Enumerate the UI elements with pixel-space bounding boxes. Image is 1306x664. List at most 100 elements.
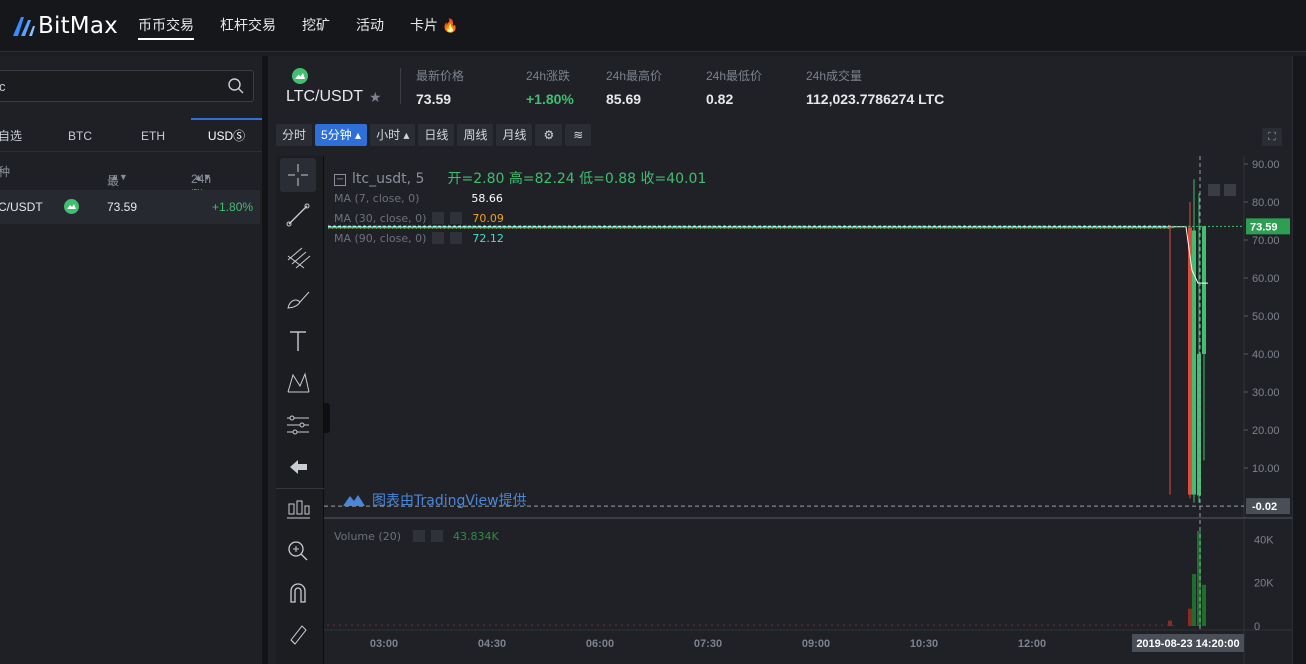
close-label: 收 <box>640 171 655 187</box>
crosshair-tool-icon[interactable] <box>280 158 316 192</box>
tab-btc[interactable]: BTC <box>68 118 108 152</box>
fullscreen-icon[interactable]: ⛶ <box>1262 128 1282 146</box>
column-header-pair[interactable]: 种 <box>0 163 10 180</box>
volume-value: 43.834K <box>453 530 499 543</box>
time-tick-label: 03:00 <box>370 638 398 650</box>
market-search-input[interactable] <box>0 71 219 101</box>
tab-label: USDⓈ <box>207 129 246 143</box>
ma-value: 70.09 <box>472 212 504 225</box>
stat-label: 最新价格 <box>416 69 465 83</box>
time-tick-label: 12:00 <box>1018 638 1046 650</box>
high-value: 82.24 <box>534 171 575 187</box>
tab-label: 自选 <box>0 129 23 143</box>
market-row-price: 73.59 <box>107 200 138 214</box>
stat-value: 85.69 <box>606 91 642 107</box>
text-tool-icon[interactable] <box>280 324 316 358</box>
time-tick-label: 10:30 <box>910 638 938 650</box>
chart-settings-gear-icon[interactable]: ⚙ <box>535 124 563 146</box>
nav-activities[interactable]: 活动 <box>356 0 384 52</box>
stat-24h-volume: 24h成交量 112,023.7786274 LTC <box>806 67 944 107</box>
interval-month-button[interactable]: 月线 <box>496 124 533 146</box>
interval-timeline-button[interactable]: 分时 <box>276 124 313 146</box>
nav-mining[interactable]: 挖矿 <box>302 0 330 52</box>
stat-24h-low: 24h最低价 0.82 <box>706 67 762 107</box>
volume-tick-label: 0 <box>1254 621 1260 633</box>
open-label: 开 <box>447 171 462 187</box>
ticker-header: LTC/USDT ★ 最新价格 73.59 24h涨跌 +1.80% 24h最高价 8… <box>268 56 1292 118</box>
fib-tool-icon[interactable] <box>280 240 316 274</box>
interval-hour-button[interactable]: 小时 ▴ <box>370 124 416 146</box>
price-tick-label: 30.00 <box>1252 387 1280 399</box>
market-row[interactable]: C/USDT 73.59 +1.80% <box>0 190 260 224</box>
trend-line-tool-icon[interactable] <box>280 198 316 232</box>
lock-drawings-icon[interactable] <box>280 616 316 650</box>
nav-label: 卡片 <box>410 18 438 34</box>
zoom-in-icon[interactable] <box>280 534 316 568</box>
candle-body <box>1192 230 1196 495</box>
tab-usds[interactable]: USDⓈ <box>191 118 262 152</box>
stat-value: 73.59 <box>416 91 452 107</box>
measure-tool-icon[interactable] <box>280 408 316 442</box>
interval-week-button[interactable]: 周线 <box>457 124 494 146</box>
nav-margin-trading[interactable]: 杠杆交易 <box>220 0 276 52</box>
volume-bar <box>1202 584 1206 626</box>
time-tick-label: 07:30 <box>694 638 722 650</box>
nav-spot-trading[interactable]: 币币交易 <box>138 0 194 52</box>
price-tick-label: 20.00 <box>1252 425 1280 437</box>
candle-body <box>1170 227 1174 229</box>
stat-last-price: 最新价格 73.59 <box>416 67 464 107</box>
tradingview-credit[interactable]: 图表由TradingView提供 <box>342 490 527 510</box>
tradingview-logo-icon <box>343 495 365 506</box>
bitmax-logo[interactable]: BitMax <box>12 12 118 40</box>
market-row-pair: C/USDT <box>0 200 43 214</box>
close-value: 40.01 <box>666 171 707 187</box>
magnet-icon[interactable] <box>280 576 316 610</box>
price-tick-label: 50.00 <box>1252 311 1280 323</box>
flame-icon: 🔥 <box>442 19 459 34</box>
chart-type-icon[interactable] <box>280 492 316 526</box>
ma-value: 72.12 <box>472 232 504 245</box>
close-icon[interactable] <box>450 212 463 224</box>
symbol-label: ltc_usdt, 5 <box>352 171 425 187</box>
indicators-icon[interactable]: ≋ <box>565 124 592 146</box>
ltc-coin-icon <box>292 68 308 84</box>
brush-tool-icon[interactable] <box>280 282 316 316</box>
stat-24h-change: 24h涨跌 +1.80% <box>526 67 574 107</box>
ma-label: MA (7, close, 0) <box>334 192 420 205</box>
time-tick-label: 06:00 <box>586 638 614 650</box>
collapse-toolbar-handle[interactable] <box>324 403 330 433</box>
volume-bar <box>1192 574 1196 626</box>
settings-icon[interactable] <box>413 530 425 542</box>
logo-text: BitMax <box>38 13 118 39</box>
price-tick-label: 90.00 <box>1252 159 1280 171</box>
pattern-tool-icon[interactable] <box>280 366 316 400</box>
ma-label: MA (30, close, 0) <box>334 212 427 225</box>
crosshair-price-label: -0.02 <box>1252 501 1277 513</box>
price-tick-label: 80.00 <box>1252 197 1280 209</box>
interval-5min-button[interactable]: 5分钟 ▴ <box>315 124 368 146</box>
back-arrow-icon[interactable] <box>280 450 316 484</box>
close-icon[interactable] <box>450 232 463 244</box>
tab-favorites[interactable]: 自选 <box>0 118 28 152</box>
stat-label: 24h最低价 <box>706 69 763 83</box>
scroll-up-icon <box>1208 184 1220 196</box>
settings-icon[interactable] <box>432 212 445 224</box>
price-chart[interactable]: 90.00 80.00 70.00 60.00 50.00 40.00 30.00 20.00… <box>324 156 1292 664</box>
search-icon[interactable] <box>227 77 245 95</box>
open-value: 2.80 <box>473 171 505 187</box>
volume-label: Volume (20) <box>334 530 401 543</box>
stat-value: 0.82 <box>706 91 734 107</box>
collapse-legend-icon[interactable]: − <box>334 174 346 186</box>
tab-label: ETH <box>141 129 165 143</box>
close-icon[interactable] <box>431 530 443 542</box>
interval-day-button[interactable]: 日线 <box>418 124 455 146</box>
favorite-star-icon[interactable]: ★ <box>369 89 382 106</box>
tab-eth[interactable]: ETH <box>141 118 181 152</box>
top-nav-bar: BitMax 币币交易 杠杆交易 挖矿 活动 卡片 🔥 <box>0 0 1306 52</box>
high-label: 高 <box>508 171 523 187</box>
low-label: 低 <box>579 171 594 187</box>
nav-cards[interactable]: 卡片 🔥 <box>410 0 458 52</box>
interval-toolbar: 分时 5分钟 ▴ 小时 ▴ 日线 周线 月线 ⚙ ≋ <box>276 124 594 148</box>
volume-bar <box>1170 625 1174 626</box>
settings-icon[interactable] <box>432 232 445 244</box>
